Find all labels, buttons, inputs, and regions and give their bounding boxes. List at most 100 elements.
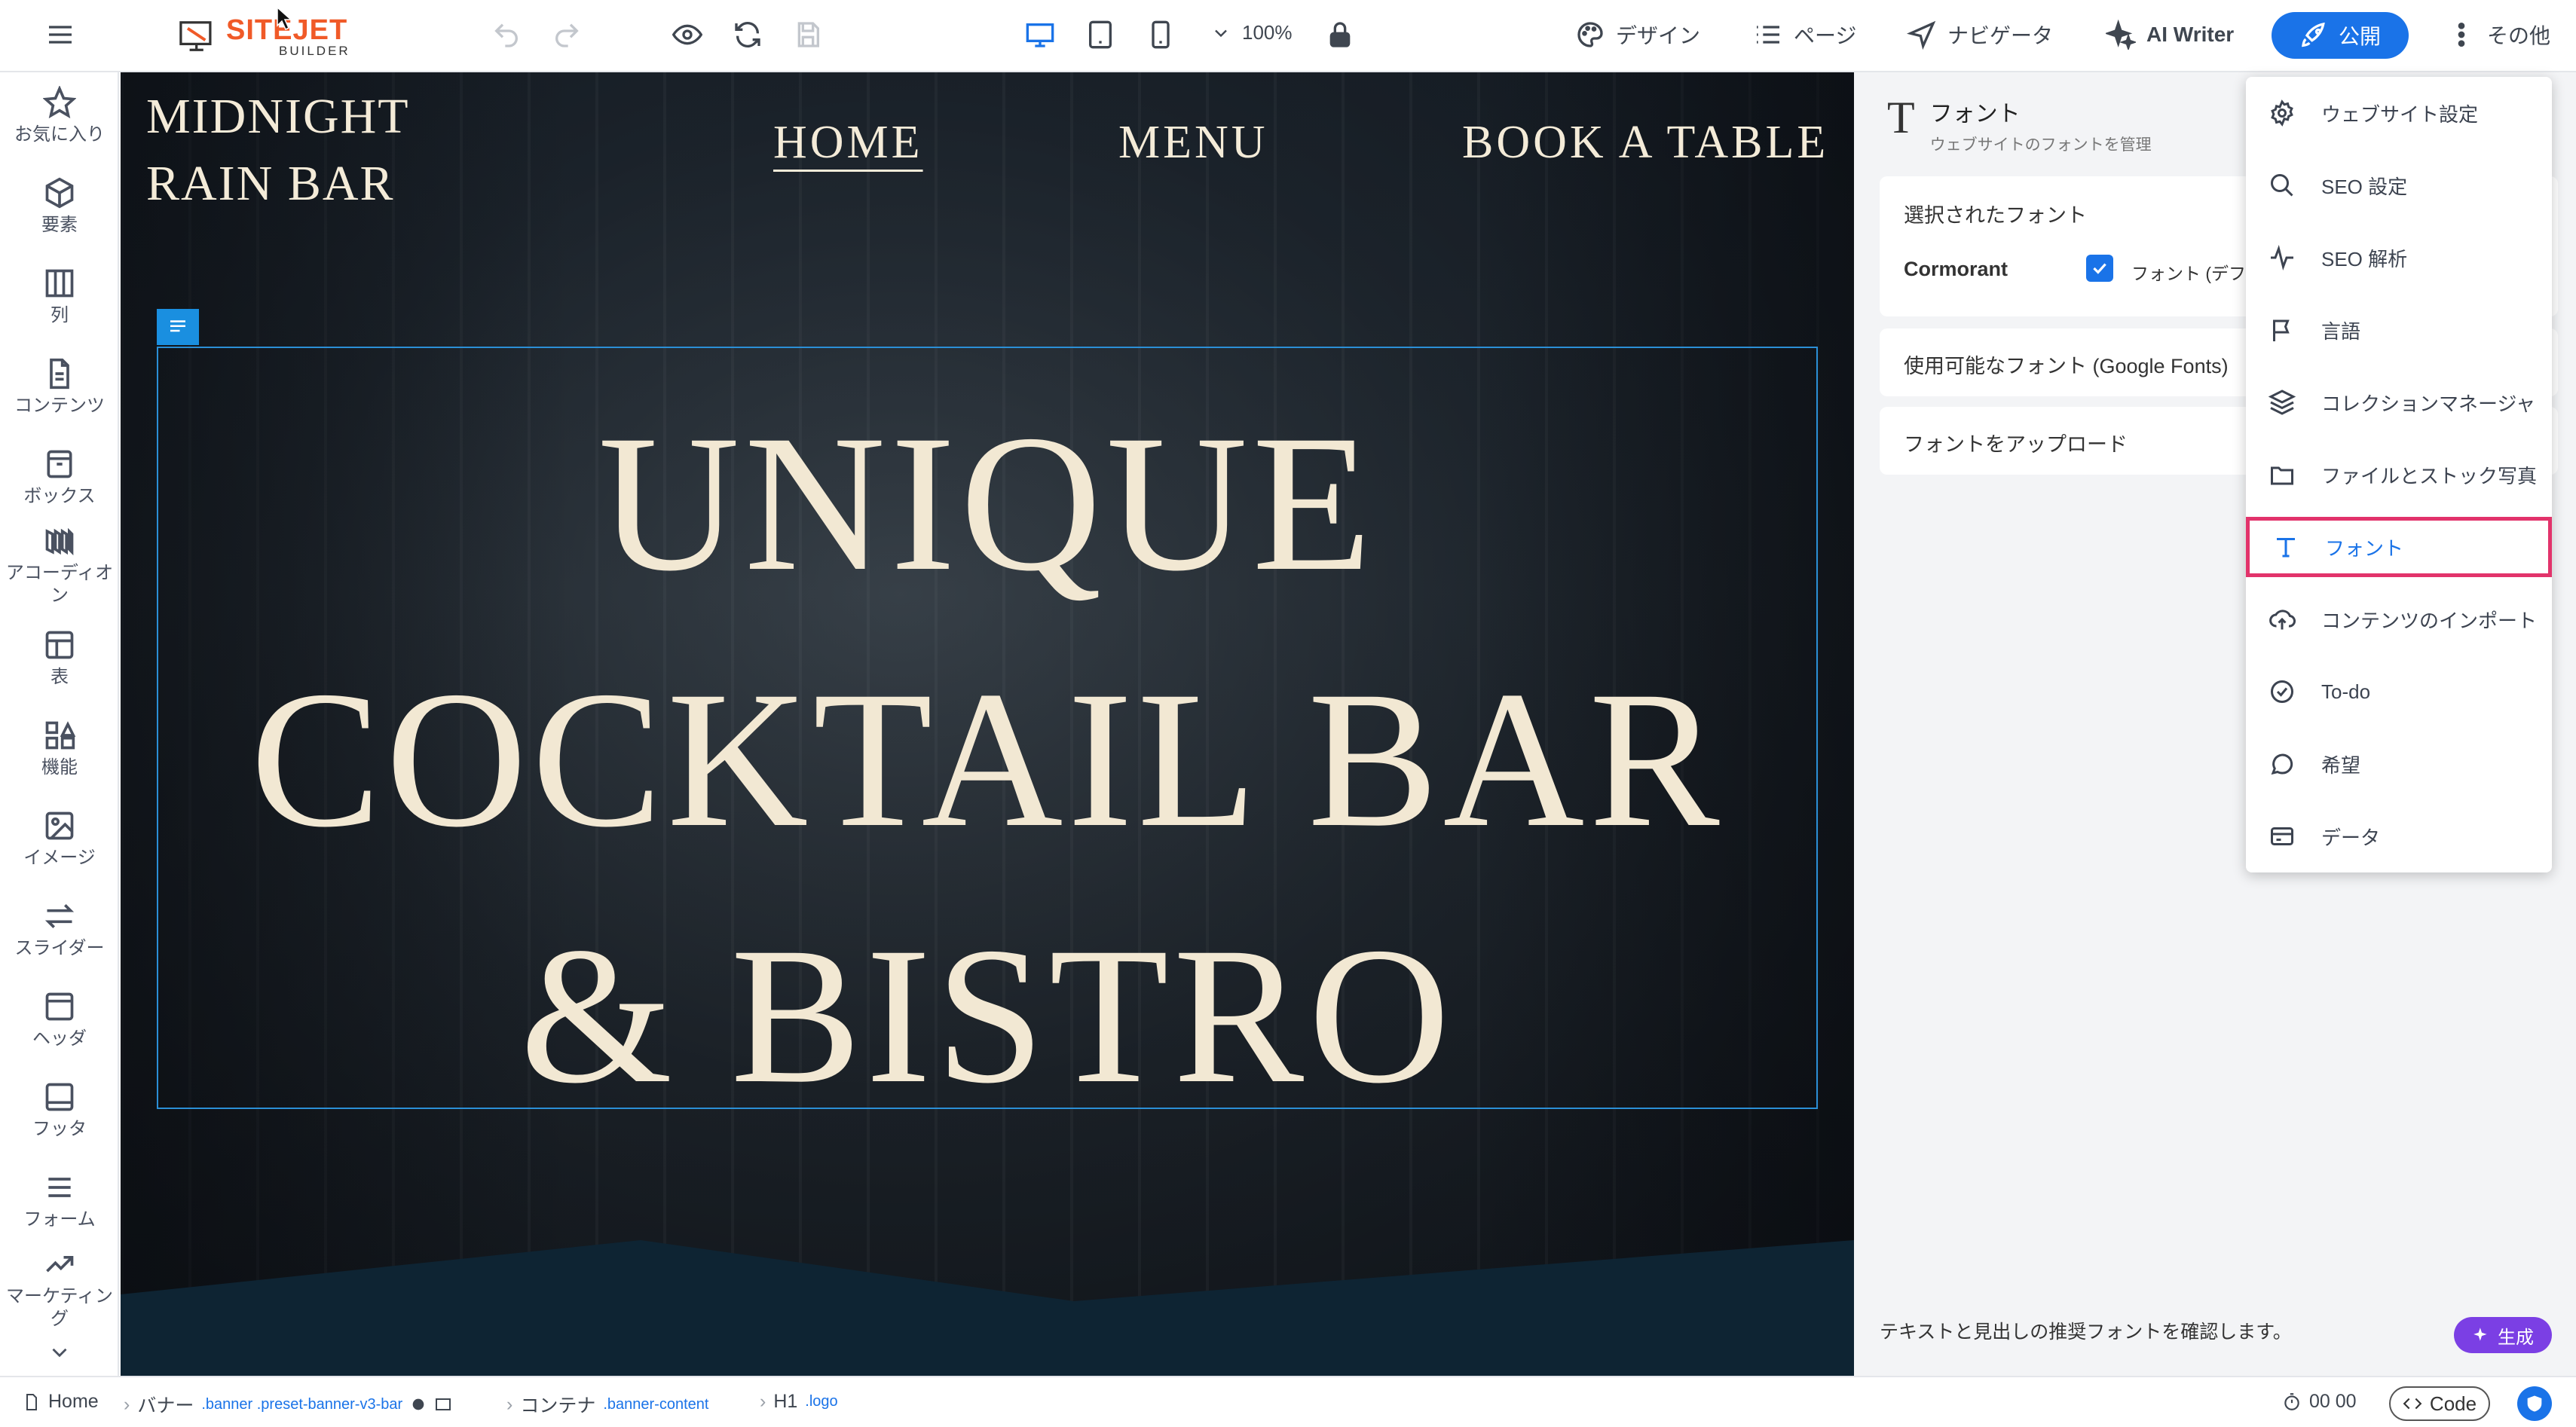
sidebar-item-label: スライダー	[14, 938, 105, 958]
sparkle-icon	[2474, 1328, 2487, 1341]
preview-button[interactable]	[672, 20, 702, 50]
sidebar-item-label: お気に入り	[14, 124, 105, 145]
menu-item-label: 言語	[2321, 319, 2361, 343]
sidebar-item-label: コンテンツ	[14, 396, 105, 416]
sidebar-item-columns[interactable]: 列	[0, 267, 119, 327]
font-icon: T	[1887, 93, 1915, 142]
hero-headline[interactable]: UNIQUE COCKTAIL BAR & BISTRO	[157, 375, 1818, 1144]
sidebar-item-form[interactable]: フォーム	[0, 1171, 119, 1231]
menu-item-seo-settings[interactable]: SEO 設定	[2246, 155, 2552, 215]
publish-button[interactable]: 公開	[2272, 12, 2409, 59]
zoom-level: 100%	[1242, 21, 1293, 44]
generate-label: 生成	[2498, 1327, 2534, 1348]
refresh-button[interactable]	[733, 20, 763, 50]
monitor-logo-icon	[179, 21, 212, 51]
sidebar-item-favorites[interactable]: お気に入り	[0, 86, 119, 146]
breadcrumb-container-class: .banner-content	[603, 1395, 709, 1413]
palette-icon	[1577, 22, 1603, 47]
sidebar-item-label: 機能	[41, 757, 78, 778]
pages-button[interactable]: ページ	[1753, 20, 1856, 50]
check-circle-icon	[2271, 680, 2293, 703]
zoom-select[interactable]: 100%	[1210, 21, 1293, 44]
redo-button[interactable]	[552, 20, 582, 50]
selected-fonts-label: 選択されたフォント	[1904, 204, 2087, 227]
flag-icon	[2273, 319, 2290, 341]
generate-button[interactable]: 生成	[2454, 1317, 2552, 1353]
menu-item-fonts[interactable]: フォント	[2246, 517, 2552, 577]
undo-button[interactable]	[491, 20, 522, 50]
tablet-view-button[interactable]	[1085, 20, 1115, 50]
mouse-cursor-icon	[277, 6, 292, 31]
site-nav-book-a-table[interactable]: BOOK A TABLE	[1462, 116, 1828, 170]
timer: 00 00	[2282, 1391, 2357, 1413]
h1-element-badge[interactable]	[157, 309, 199, 345]
footer-icon	[45, 1083, 74, 1111]
lock-icon	[1329, 22, 1351, 47]
sidebar-item-label: 表	[50, 667, 69, 687]
menu-item-label: コンテンツのインポート	[2321, 609, 2538, 632]
breadcrumb-h1[interactable]: › H1 .logo	[760, 1391, 838, 1413]
menu-item-label: フォント	[2325, 536, 2404, 560]
security-shield-button[interactable]	[2517, 1386, 2552, 1421]
sidebar-scroll-down[interactable]	[0, 1340, 119, 1365]
desktop-icon	[1026, 23, 1054, 47]
hamburger-menu-button[interactable]	[45, 20, 75, 50]
navigation-arrow-icon	[1907, 20, 1936, 50]
sidebar-item-content[interactable]: コンテンツ	[0, 357, 119, 417]
mobile-view-button[interactable]	[1146, 20, 1176, 50]
menu-item-website-settings[interactable]: ウェブサイト設定	[2246, 83, 2552, 143]
menu-item-seo-analysis[interactable]: SEO 解析	[2246, 228, 2552, 288]
ai-writer-button[interactable]: AI Writer	[2106, 20, 2234, 50]
more-button[interactable]: その他	[2446, 20, 2550, 50]
site-nav-menu[interactable]: MENU	[1118, 116, 1268, 170]
star-icon	[43, 86, 76, 119]
breadcrumb-container[interactable]: › コンテナ .banner-content	[506, 1391, 708, 1418]
sidebar-item-box[interactable]: ボックス	[0, 448, 119, 508]
tablet-icon	[1089, 20, 1112, 49]
eye-icon	[672, 24, 702, 45]
sidebar-item-label: フォーム	[23, 1209, 96, 1230]
mobile-icon	[1152, 20, 1170, 49]
sidebar-item-elements[interactable]: 要素	[0, 176, 119, 237]
menu-item-label: To-do	[2321, 680, 2371, 703]
save-button[interactable]	[793, 20, 823, 50]
menu-item-todo[interactable]: To-do	[2246, 662, 2552, 722]
stopwatch-icon	[2284, 1392, 2299, 1410]
sidebar-item-marketing[interactable]: マーケティング	[0, 1248, 119, 1331]
upload-fonts-label: フォントをアップロード	[1904, 433, 2128, 456]
menu-item-collection-manager[interactable]: コレクションマネージャ	[2246, 372, 2552, 432]
menu-item-wishes[interactable]: 希望	[2246, 734, 2552, 794]
menu-item-language[interactable]: 言語	[2246, 300, 2552, 360]
code-button[interactable]: Code	[2389, 1386, 2490, 1421]
image-icon	[45, 811, 74, 840]
menu-item-content-import[interactable]: コンテンツのインポート	[2246, 589, 2552, 649]
sidebar-item-label: ボックス	[23, 486, 96, 506]
sidebar-item-table[interactable]: 表	[0, 628, 119, 689]
header-icon	[45, 992, 74, 1021]
design-button[interactable]: デザイン	[1575, 20, 1700, 50]
sidebar-item-accordion[interactable]: アコーディオン	[0, 524, 119, 607]
sidebar-item-header[interactable]: ヘッダ	[0, 990, 119, 1050]
site-nav-home[interactable]: HOME	[773, 116, 923, 170]
breadcrumb-h1-class: .logo	[805, 1393, 838, 1410]
breadcrumb-status-bar: Home › バナー .banner .preset-banner-v3-bar…	[0, 1376, 2576, 1427]
menu-item-label: コレクションマネージャ	[2321, 392, 2536, 415]
website-canvas[interactable]: MIDNIGHT RAIN BAR HOME MENU BOOK A TABLE…	[121, 72, 1854, 1376]
sidebar-item-image[interactable]: イメージ	[0, 809, 119, 869]
breadcrumb-h1-label: H1	[773, 1391, 798, 1412]
default-font-checkbox[interactable]	[2086, 255, 2113, 282]
breadcrumb-home[interactable]: Home	[23, 1391, 99, 1413]
sidebar-item-slider[interactable]: スライダー	[0, 900, 119, 960]
sitejet-logo[interactable]: SITEJET BUILDER	[178, 14, 350, 59]
navigator-button[interactable]: ナビゲータ	[1907, 20, 2053, 50]
desktop-view-button[interactable]	[1025, 20, 1055, 50]
site-logo-text[interactable]: MIDNIGHT RAIN BAR	[146, 83, 463, 217]
lock-button[interactable]	[1325, 20, 1355, 50]
form-icon	[48, 1178, 71, 1197]
box-icon	[47, 450, 72, 478]
menu-item-files-stock-photos[interactable]: ファイルとストック写真	[2246, 445, 2552, 505]
menu-item-data[interactable]: データ	[2246, 806, 2552, 866]
breadcrumb-banner[interactable]: › バナー .banner .preset-banner-v3-bar	[124, 1391, 452, 1418]
sidebar-item-footer[interactable]: フッタ	[0, 1080, 119, 1141]
sidebar-item-features[interactable]: 機能	[0, 719, 119, 779]
